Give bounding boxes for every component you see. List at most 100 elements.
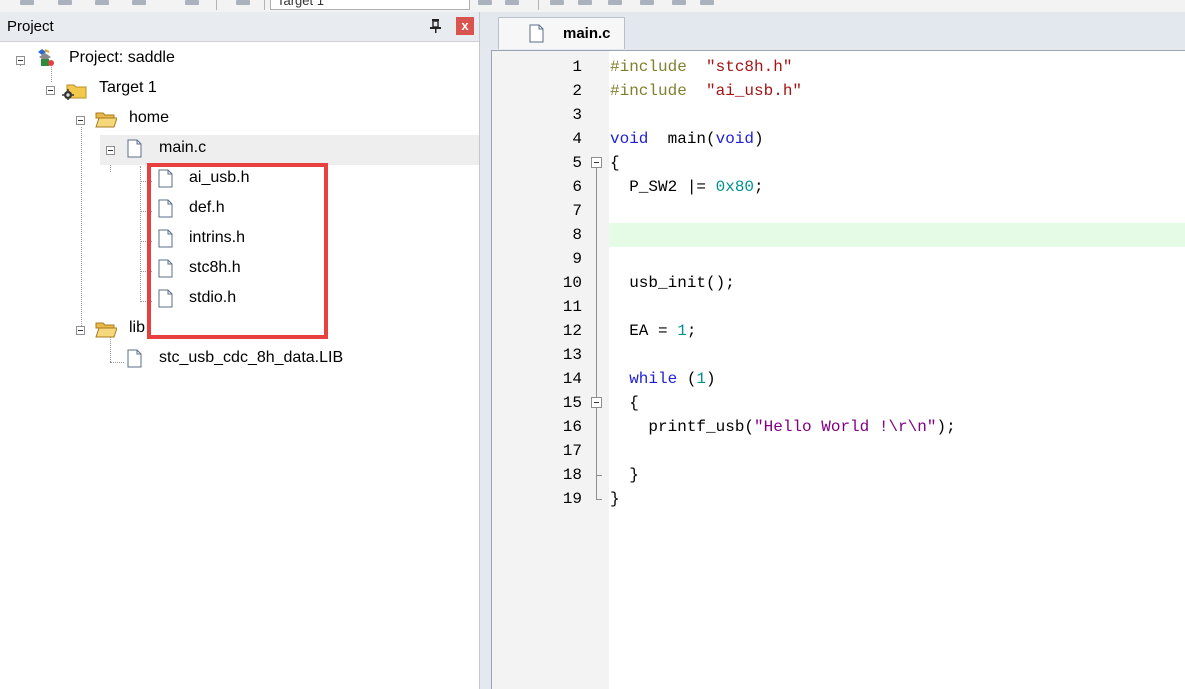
undo-icon[interactable] [20,0,34,5]
code-token: printf_usb( [610,418,755,436]
code-token: "ai_usb.h" [706,82,803,100]
code-line[interactable]: { [610,151,620,175]
line-number: 5 [572,154,582,172]
code-line[interactable]: #include "ai_usb.h" [610,79,802,103]
code-token: 1 [677,322,687,340]
fold-end-marker [596,499,602,500]
indent-icon[interactable] [58,0,72,5]
window-icon[interactable] [700,0,714,5]
fold-line [596,168,597,499]
tree-item-target[interactable]: Target 1 [0,75,479,105]
tree-label-project: Project: saddle [69,49,175,66]
code-line[interactable]: } [610,463,639,487]
books-icon[interactable] [672,0,686,5]
options-icon[interactable] [478,0,492,5]
line-number: 4 [572,130,582,148]
collapse-toggle-icon[interactable] [46,86,55,95]
tree-label-lib-file: stc_usb_cdc_8h_data.LIB [159,349,344,366]
highlight-box [147,163,328,339]
code-line[interactable]: printf_usb("Hello World !\r\n"); [610,415,956,439]
line-number: 7 [572,202,582,220]
manage-icon[interactable] [550,0,564,5]
code-token: ); [936,418,956,436]
line-number: 9 [572,250,582,268]
code-token: while [629,370,678,388]
code-line[interactable]: #include "stc8h.h" [610,55,792,79]
line-number: 11 [562,298,582,316]
c-file-icon [529,24,544,43]
tree-item-project[interactable]: Project: saddle [0,45,479,75]
line-number: 13 [562,346,582,364]
line-number: 12 [562,322,582,340]
line-number: 19 [562,490,582,508]
fold-margin [590,51,608,689]
tree-connector [140,166,141,302]
code-token: void [715,130,755,148]
tab-main-c[interactable]: main.c [498,17,625,49]
rebuild-icon[interactable] [236,0,250,5]
code-token: ) [706,370,716,388]
code-token: #include [610,58,687,76]
debug-icon[interactable] [505,0,519,5]
folder-open-icon [95,112,117,128]
project-panel: Project x Project: saddle Target 1 home … [0,12,480,689]
collapse-toggle-icon[interactable] [76,326,85,335]
build-icon[interactable] [185,0,199,5]
toolbar-separator [216,0,217,10]
code-token: ; [754,178,764,196]
code-token: { [610,394,639,412]
tree-item-file-main[interactable]: main.c [100,135,479,165]
close-panel-button[interactable]: x [456,17,474,35]
code-token: { [610,154,620,172]
current-line-highlight [609,223,1185,247]
fold-toggle-icon[interactable] [591,397,602,408]
tree-item-group-lib[interactable]: lib [0,315,479,345]
fold-end-marker [596,475,602,476]
code-token: P_SW2 |= [610,178,716,196]
code-token: 0x80 [715,178,755,196]
code-line[interactable]: usb_init(); [610,271,735,295]
line-number: 15 [562,394,582,412]
code-token: ) [754,130,764,148]
code-line[interactable]: EA = 1; [610,319,696,343]
fold-toggle-icon[interactable] [591,157,602,168]
line-number: 10 [562,274,582,292]
toolbar-separator [538,0,539,10]
code-token: main( [648,130,716,148]
code-token: "Hello World !\r\n" [754,418,937,436]
pin-icon[interactable] [429,18,443,34]
code-line[interactable]: { [610,391,639,415]
code-token: #include [610,82,687,100]
code-line[interactable]: } [610,487,620,511]
redo-icon[interactable] [132,0,146,5]
outdent-icon[interactable] [95,0,109,5]
tree-item-group-home[interactable]: home [0,105,479,135]
pack-icon[interactable] [640,0,654,5]
file-ext-icon[interactable] [578,0,592,5]
toolbar-separator [264,0,265,10]
editor-area: main.c 1 2 3 4 5 6 7 8 9 10 11 12 13 14 15 16 17 18 19 #in… [480,12,1185,689]
code-token: EA = [610,322,678,340]
line-number: 16 [562,418,582,436]
code-editor[interactable]: 1 2 3 4 5 6 7 8 9 10 11 12 13 14 15 16 17 18 19 #include "… [491,50,1185,689]
line-number: 2 [572,82,582,100]
tree-label-group-home: home [129,109,170,126]
code-line[interactable]: void main(void) [610,127,764,151]
collapse-toggle-icon[interactable] [106,146,115,155]
target-select[interactable]: Target 1 [270,0,470,10]
lib-file-icon [127,349,142,368]
collapse-toggle-icon[interactable] [16,56,25,65]
code-line[interactable]: while (1) [610,367,716,391]
code-line[interactable]: P_SW2 |= 0x80; [610,175,764,199]
line-number: 3 [572,106,582,124]
project-panel-header: Project x [0,12,479,42]
diamond-icon[interactable] [608,0,622,5]
line-number: 6 [572,178,582,196]
collapse-toggle-icon[interactable] [76,116,85,125]
tree-item-lib-file[interactable]: stc_usb_cdc_8h_data.LIB [120,345,479,375]
code-token: ( [677,370,697,388]
line-number: 1 [572,58,582,76]
code-token: } [610,490,620,508]
